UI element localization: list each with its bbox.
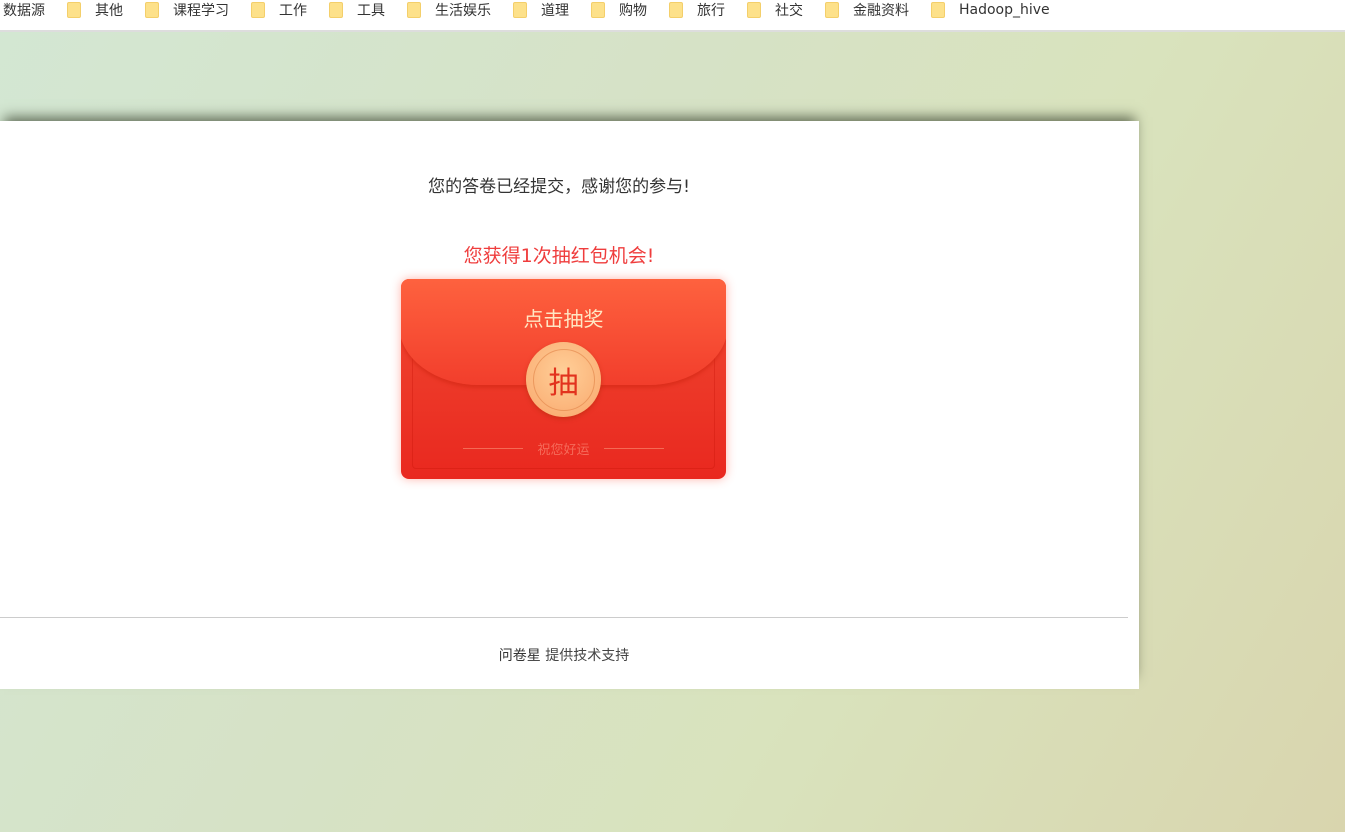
bookmark-label: 旅行 bbox=[697, 3, 725, 19]
bookmark-item[interactable]: 其他 bbox=[45, 0, 123, 31]
bookmark-item[interactable]: 工具 bbox=[307, 0, 385, 31]
footer-divider bbox=[0, 617, 1128, 618]
bookmark-label: 其他 bbox=[95, 3, 123, 19]
bookmark-label: 道理 bbox=[541, 3, 569, 19]
bookmark-item[interactable]: 购物 bbox=[569, 0, 647, 31]
folder-icon bbox=[591, 2, 605, 18]
bookmark-item[interactable]: 生活娱乐 bbox=[385, 0, 491, 31]
support-text: 提供技术支持 bbox=[545, 648, 630, 664]
bookmark-label: 购物 bbox=[619, 3, 647, 19]
coin-label: 抽 bbox=[532, 348, 595, 411]
bookmark-item[interactable]: 社交 bbox=[725, 0, 803, 31]
red-envelope-button[interactable]: 点击抽奖 抽 祝您好运 bbox=[401, 279, 726, 479]
bookmark-label: 金融资料 bbox=[853, 3, 909, 19]
submit-message: 您的答卷已经提交，感谢您的参与! bbox=[428, 177, 690, 197]
bookmark-label: 生活娱乐 bbox=[435, 3, 491, 19]
bookmark-item[interactable]: 工作 bbox=[229, 0, 307, 31]
bookmark-item[interactable]: 金融资料 bbox=[803, 0, 909, 31]
folder-icon bbox=[407, 2, 421, 18]
footer: 问卷星 提供技术支持 bbox=[0, 645, 1128, 665]
folder-icon bbox=[251, 2, 265, 18]
result-card: 您的答卷已经提交，感谢您的参与! 您获得1次抽红包机会! 点击抽奖 抽 祝您好运… bbox=[0, 121, 1139, 689]
folder-icon bbox=[747, 2, 761, 18]
bookmark-label: 工具 bbox=[357, 3, 385, 19]
bookmark-label: 社交 bbox=[775, 3, 803, 19]
lottery-chance-text: 您获得1次抽红包机会! bbox=[463, 245, 655, 267]
bookmark-item[interactable]: Hadoop_hive bbox=[909, 0, 1050, 31]
bookmark-label: 数据源 bbox=[3, 3, 45, 19]
folder-icon bbox=[67, 2, 81, 18]
bookmark-item[interactable]: 数据源 bbox=[0, 0, 45, 31]
bookmark-item[interactable]: 课程学习 bbox=[123, 0, 229, 31]
envelope-wish: 祝您好运 bbox=[401, 439, 726, 458]
bookmark-label: 工作 bbox=[279, 3, 307, 19]
divider-line bbox=[463, 448, 524, 449]
folder-icon bbox=[513, 2, 527, 18]
bookmark-item[interactable]: 道理 bbox=[491, 0, 569, 31]
bookmark-item[interactable]: 旅行 bbox=[647, 0, 725, 31]
bookmarks-bar: 数据源 其他 课程学习 工作 工具 生活娱乐 道理 购物 旅行 社交 金融资料 Hadoop_hive bbox=[0, 0, 1345, 32]
wish-text: 祝您好运 bbox=[537, 443, 590, 458]
bookmark-label: Hadoop_hive bbox=[959, 2, 1050, 18]
folder-icon bbox=[825, 2, 839, 18]
folder-icon bbox=[329, 2, 343, 18]
folder-icon bbox=[669, 2, 683, 18]
envelope-title: 点击抽奖 bbox=[523, 307, 604, 331]
draw-coin-button[interactable]: 抽 bbox=[526, 342, 601, 417]
bookmark-label: 课程学习 bbox=[173, 3, 229, 19]
divider-line bbox=[603, 448, 664, 449]
brand-link[interactable]: 问卷星 bbox=[499, 648, 541, 664]
folder-icon bbox=[931, 2, 945, 18]
folder-icon bbox=[145, 2, 159, 18]
